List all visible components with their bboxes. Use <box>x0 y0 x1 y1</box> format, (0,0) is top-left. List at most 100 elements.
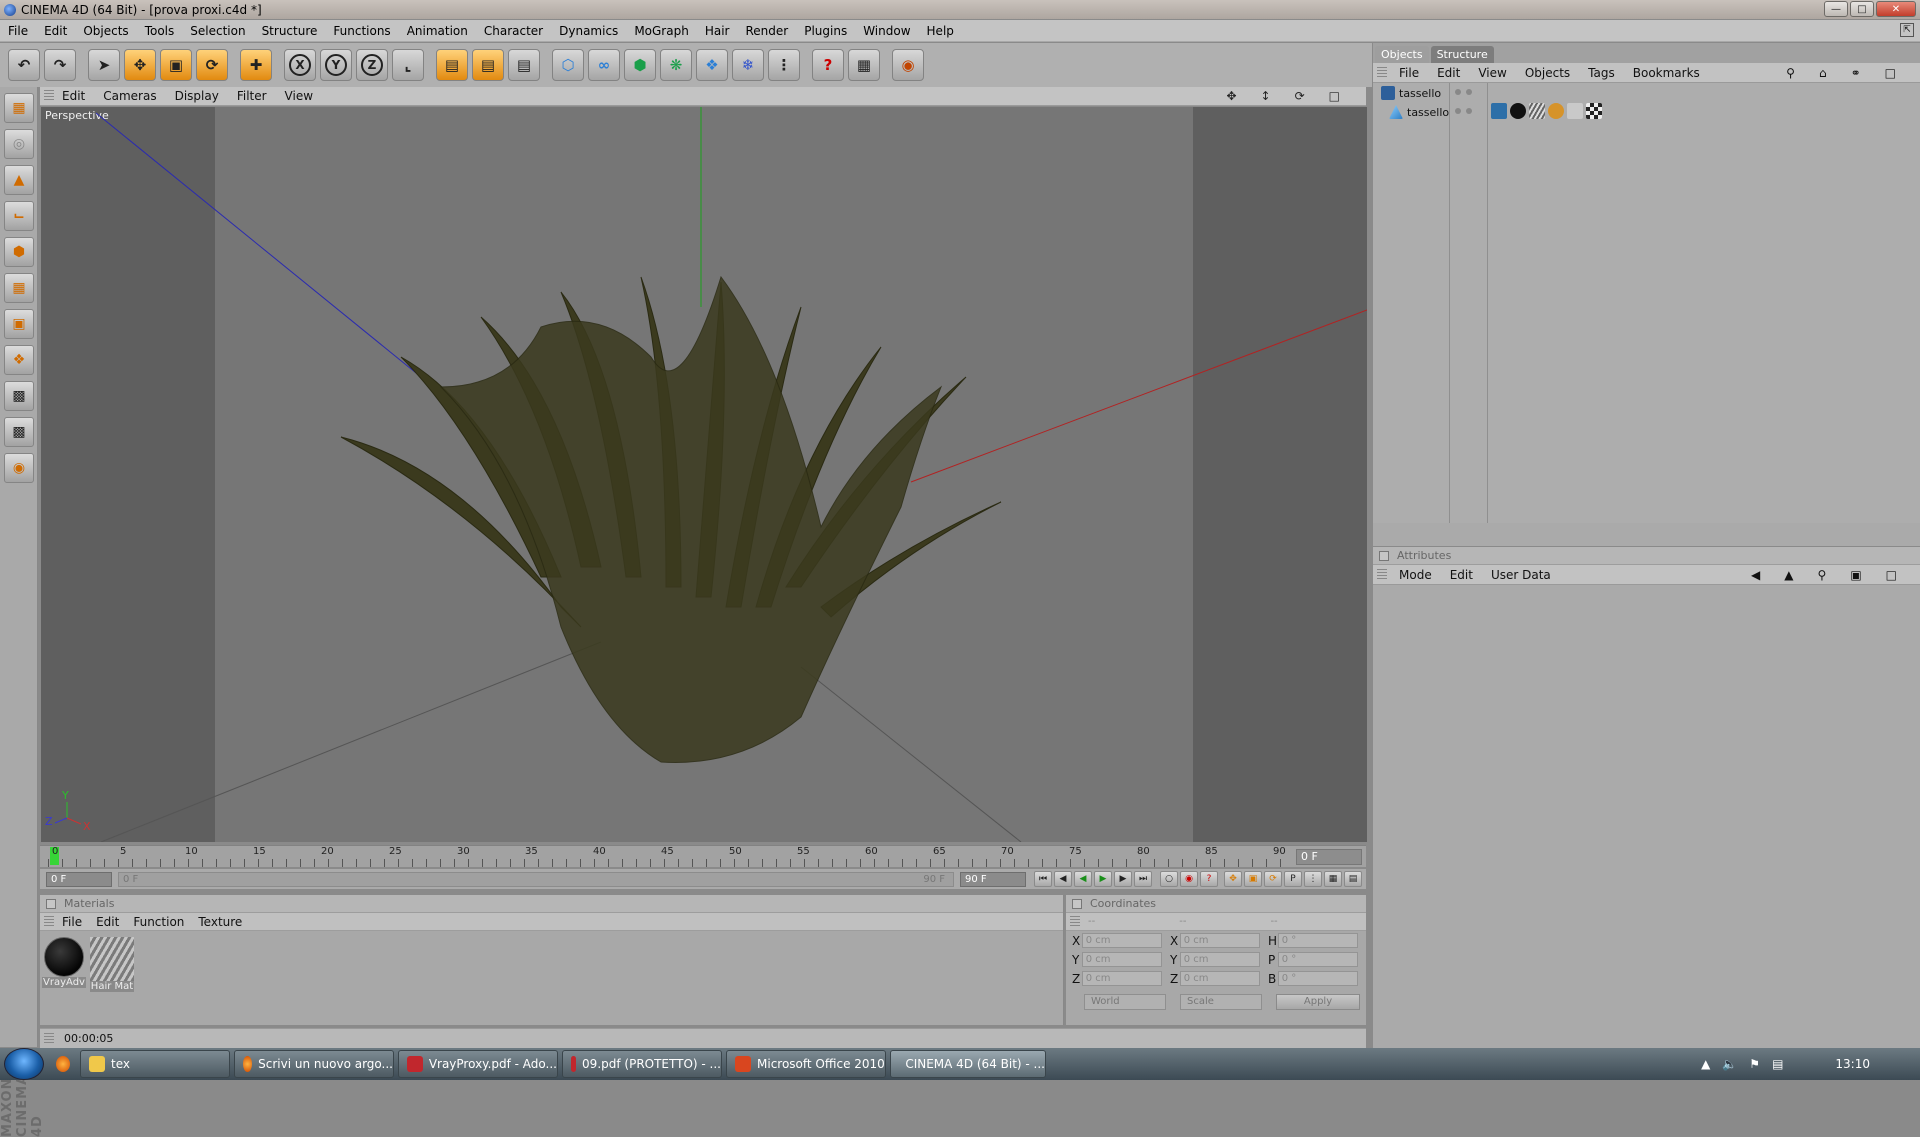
viewport-menu-cameras[interactable]: Cameras <box>103 89 174 103</box>
taskbar-app-cinema4d[interactable]: CINEMA 4D (64 Bit) - ... <box>890 1050 1046 1078</box>
go-to-start-button[interactable]: ⏮ <box>1034 871 1052 887</box>
key-scale-button[interactable]: ▣ <box>1244 871 1262 887</box>
action-center-flag-icon[interactable]: ⚑ <box>1749 1057 1760 1071</box>
taskbar-app-tex[interactable]: tex <box>80 1050 230 1078</box>
panel-checkbox[interactable] <box>46 899 56 909</box>
tray-expand-icon[interactable]: ▲ <box>1701 1057 1710 1071</box>
panel-checkbox[interactable] <box>1072 899 1082 909</box>
clock[interactable]: 13:10 <box>1795 1057 1900 1071</box>
sculpt-icon[interactable]: ◎ <box>4 129 34 159</box>
play-forward-button[interactable]: ▶ <box>1094 871 1112 887</box>
render-queue-button[interactable]: ▦ <box>848 49 880 81</box>
maximize-button[interactable]: □ <box>1850 1 1874 17</box>
position-y-field[interactable]: 0 cm <box>1082 952 1162 967</box>
create-object-button[interactable]: ✚ <box>240 49 272 81</box>
objects-menu-tags[interactable]: Tags <box>1588 66 1633 80</box>
start-button[interactable] <box>4 1048 44 1080</box>
z-axis-lock-button[interactable]: Z <box>356 49 388 81</box>
minimize-button[interactable]: — <box>1824 1 1848 17</box>
orbit-view-icon[interactable]: ⟳ <box>1295 89 1323 103</box>
attributes-menu-user-data[interactable]: User Data <box>1491 568 1569 582</box>
points-mode-icon[interactable]: ▦ <box>4 273 34 303</box>
materials-menu-function[interactable]: Function <box>133 915 198 929</box>
position-x-field[interactable]: 0 cm <box>1082 933 1162 948</box>
menu-dynamics[interactable]: Dynamics <box>551 24 626 38</box>
timeline-ruler[interactable]: 0 5 10 15 20 25 30 35 40 45 50 55 60 65 … <box>40 845 1366 867</box>
go-to-end-button[interactable]: ⏭ <box>1134 871 1152 887</box>
render-tag-icon[interactable] <box>1567 103 1583 119</box>
lock-icon[interactable]: ▣ <box>1850 568 1879 582</box>
live-selection-button[interactable]: ➤ <box>88 49 120 81</box>
record-active-button[interactable]: ◉ <box>1180 871 1198 887</box>
maximize-view-icon[interactable]: □ <box>1329 89 1358 103</box>
x-axis-lock-button[interactable]: X <box>284 49 316 81</box>
hair-material-tag-icon[interactable] <box>1529 103 1545 119</box>
render-settings-button[interactable]: ▤ <box>508 49 540 81</box>
grip-handle[interactable] <box>1377 569 1387 581</box>
size-z-field[interactable]: 0 cm <box>1180 971 1260 986</box>
material-swatch-vrayadv[interactable]: VrayAdv <box>42 937 86 993</box>
array-button[interactable]: ❋ <box>660 49 692 81</box>
objects-menu-bookmarks[interactable]: Bookmarks <box>1633 66 1718 80</box>
taskbar-app-vrayproxy-pdf[interactable]: VrayProxy.pdf - Ado... <box>398 1050 558 1078</box>
link-icon[interactable]: ⚭ <box>1851 66 1879 80</box>
grip-handle[interactable] <box>1377 67 1387 79</box>
current-frame-field[interactable]: 0 F <box>1296 849 1362 865</box>
home-icon[interactable]: ⌂ <box>1819 66 1845 80</box>
materials-menu-file[interactable]: File <box>62 915 96 929</box>
next-key-button[interactable]: ▶ <box>1114 871 1132 887</box>
attributes-menu-mode[interactable]: Mode <box>1399 568 1450 582</box>
objects-menu-file[interactable]: File <box>1399 66 1437 80</box>
back-arrow-icon[interactable]: ◀ <box>1751 568 1778 582</box>
hair-tag-icon[interactable] <box>1548 103 1564 119</box>
end-frame-field[interactable]: 90 F <box>960 872 1026 887</box>
menu-objects[interactable]: Objects <box>75 24 136 38</box>
materials-menu-texture[interactable]: Texture <box>198 915 256 929</box>
menu-hair[interactable]: Hair <box>697 24 738 38</box>
firefox-quicklaunch-icon[interactable] <box>52 1050 76 1078</box>
menu-selection[interactable]: Selection <box>182 24 253 38</box>
search-icon[interactable]: ⚲ <box>1786 66 1813 80</box>
object-manager-list[interactable]: tassello tassello <box>1373 83 1920 523</box>
key-position-button[interactable]: ✥ <box>1224 871 1242 887</box>
help-button[interactable]: ? <box>812 49 844 81</box>
scale-tool-button[interactable]: ▣ <box>160 49 192 81</box>
key-rotation-button[interactable]: ⟳ <box>1264 871 1282 887</box>
key-pla-button[interactable]: ⋮ <box>1304 871 1322 887</box>
size-y-field[interactable]: 0 cm <box>1180 952 1260 967</box>
new-panel-icon[interactable]: □ <box>1885 66 1914 80</box>
vray-bridge-button[interactable]: ◉ <box>892 49 924 81</box>
scene-button[interactable]: ❄ <box>732 49 764 81</box>
up-arrow-icon[interactable]: ▲ <box>1784 568 1811 582</box>
record-icon-button[interactable]: ○ <box>1160 871 1178 887</box>
play-backward-button[interactable]: ◀ <box>1074 871 1092 887</box>
tab-structure[interactable]: Structure <box>1431 46 1494 63</box>
render-view-button[interactable]: ▤ <box>436 49 468 81</box>
size-x-field[interactable]: 0 cm <box>1180 933 1260 948</box>
redo-button[interactable]: ↷ <box>44 49 76 81</box>
tab-objects[interactable]: Objects <box>1375 46 1429 63</box>
viewport-menu-display[interactable]: Display <box>175 89 237 103</box>
move-tool-button[interactable]: ✥ <box>124 49 156 81</box>
menu-file[interactable]: File <box>0 24 36 38</box>
dolly-view-icon[interactable]: ↕ <box>1261 89 1289 103</box>
network-icon[interactable]: ▤ <box>1772 1057 1783 1071</box>
grass-object[interactable] <box>341 277 1001 762</box>
spline-button[interactable]: ∞ <box>588 49 620 81</box>
layout-resize-icon[interactable]: ⇱ <box>1900 23 1914 37</box>
fcurve-button[interactable]: ▤ <box>1344 871 1362 887</box>
size-mode-dropdown[interactable]: Scale <box>1180 994 1262 1010</box>
object-row-tassello[interactable]: tassello <box>1381 84 1441 102</box>
menu-functions[interactable]: Functions <box>325 24 398 38</box>
taskbar-app-office[interactable]: Microsoft Office 2010 <box>726 1050 886 1078</box>
axis-mode-icon[interactable]: ⌙ <box>4 201 34 231</box>
polygons-mode-icon[interactable]: ❖ <box>4 345 34 375</box>
menu-structure[interactable]: Structure <box>254 24 326 38</box>
visibility-dots[interactable] <box>1455 108 1472 114</box>
model-mode-icon[interactable]: ▲ <box>4 165 34 195</box>
material-swatch-hair-mat[interactable]: Hair Mat <box>90 937 134 993</box>
menu-plugins[interactable]: Plugins <box>796 24 855 38</box>
cube-primitive-button[interactable]: ⬡ <box>552 49 584 81</box>
viewport-layout-icon[interactable]: ▦ <box>4 93 34 123</box>
key-parameter-button[interactable]: P <box>1284 871 1302 887</box>
